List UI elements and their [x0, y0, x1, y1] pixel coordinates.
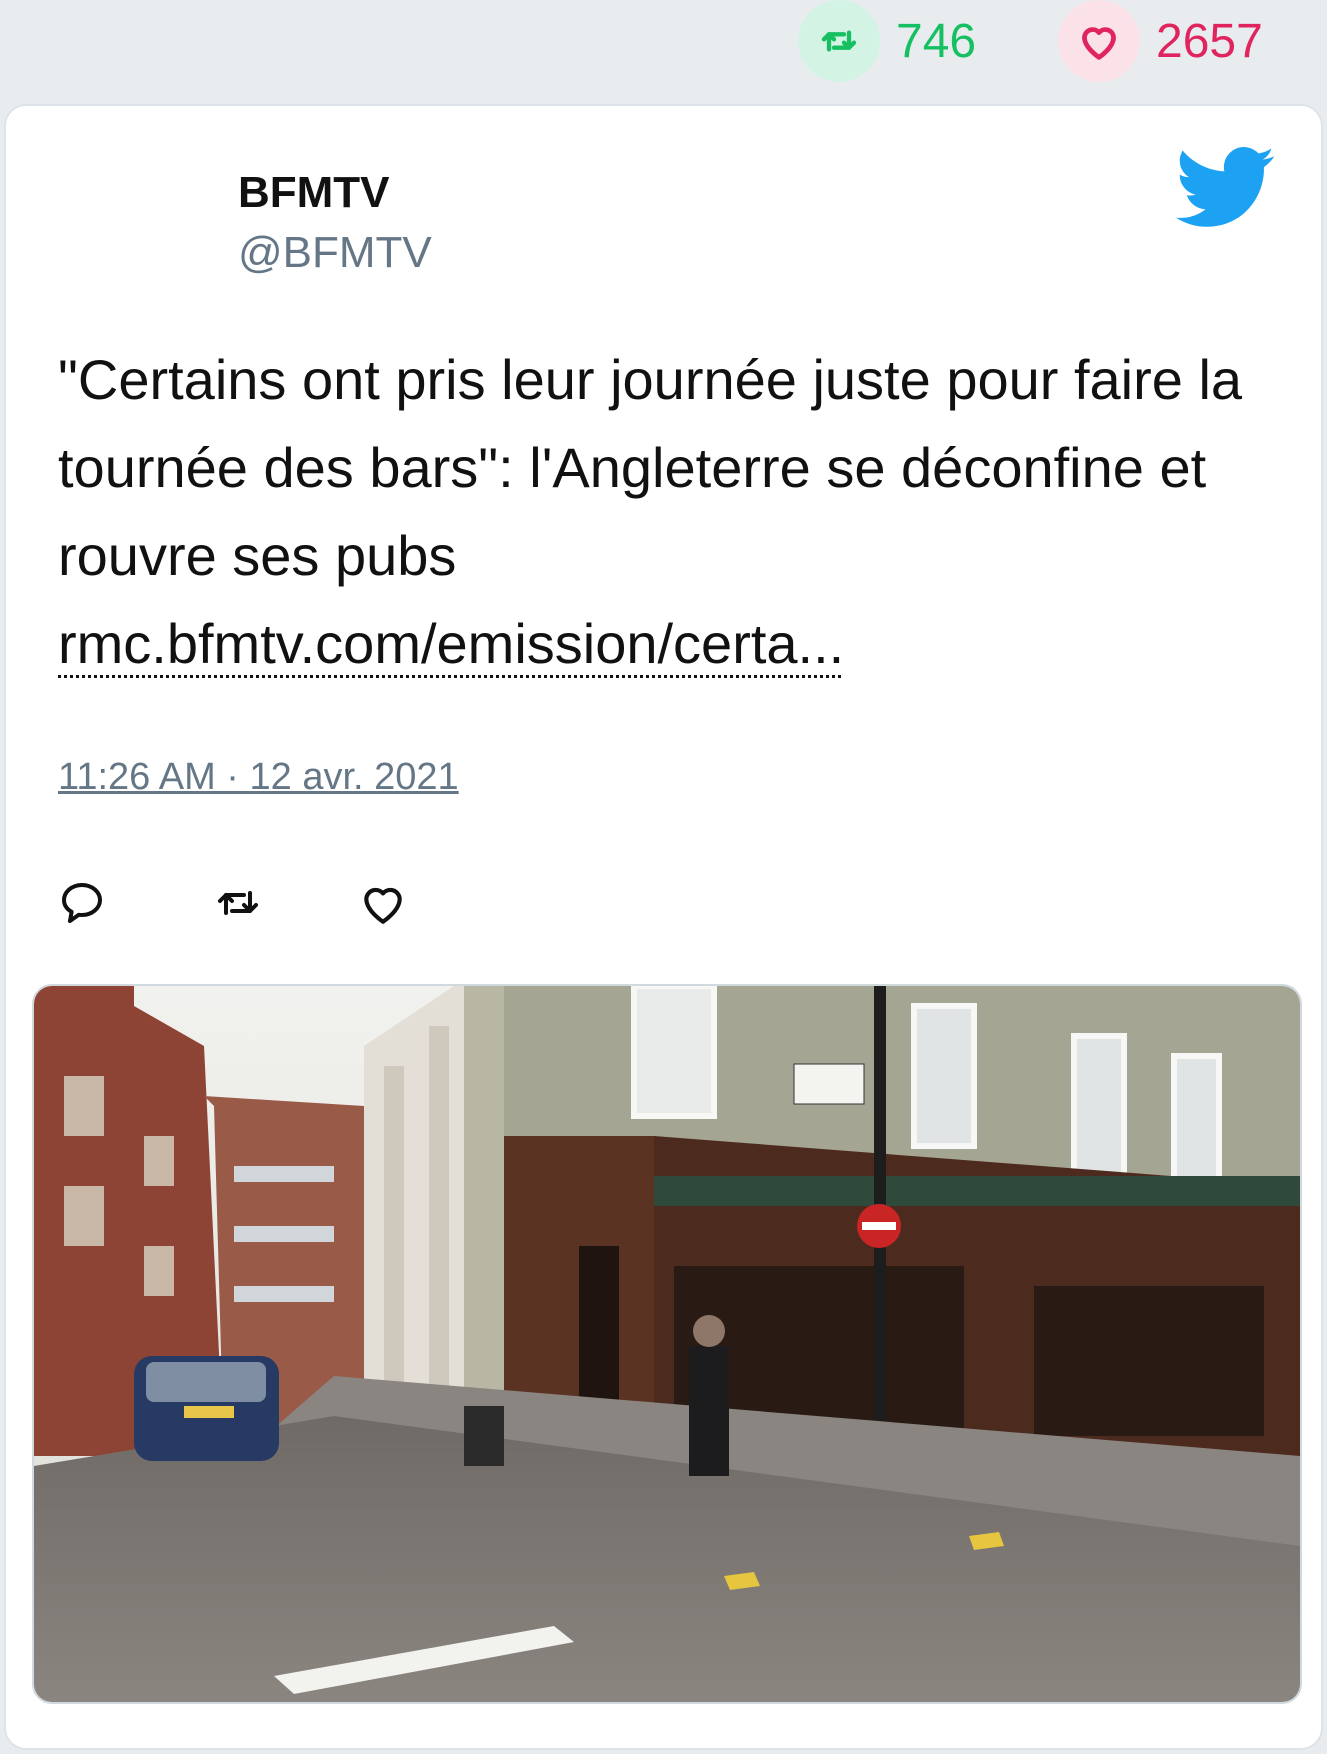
reply-button[interactable] [58, 868, 208, 938]
tweet-body: "Certains ont pris leur journée juste po… [58, 348, 1243, 587]
like-count: 2657 [1156, 14, 1263, 68]
tweet-actions [58, 868, 508, 938]
twitter-bird-icon[interactable] [1176, 146, 1276, 230]
heart-icon[interactable] [1058, 0, 1140, 82]
tweet-card: BFMTV @BFMTV "Certains ont pris leur jou… [4, 104, 1323, 1750]
retweet-icon [218, 891, 258, 915]
tweet-text: "Certains ont pris leur journée juste po… [58, 336, 1288, 688]
tweet-timestamp[interactable]: 11:26 AM · 12 avr. 2021 [58, 756, 459, 799]
retweet-button[interactable] [208, 868, 358, 938]
retweet-count-stat[interactable]: 746 [798, 0, 976, 82]
tweet-link[interactable]: rmc.bfmtv.com/emission/certa... [58, 612, 844, 675]
engagement-bar: 746 2657 [0, 0, 1327, 90]
author-name[interactable]: BFMTV [238, 168, 390, 218]
street-scene-illustration [34, 986, 1300, 1702]
author-handle[interactable]: @BFMTV [238, 228, 432, 278]
reply-icon [62, 883, 102, 923]
tweet-photo[interactable] [32, 984, 1302, 1704]
retweet-icon[interactable] [798, 0, 880, 82]
like-button[interactable] [358, 868, 508, 938]
like-count-stat[interactable]: 2657 [1058, 0, 1263, 82]
retweet-count: 746 [896, 14, 977, 68]
heart-icon [364, 887, 402, 924]
